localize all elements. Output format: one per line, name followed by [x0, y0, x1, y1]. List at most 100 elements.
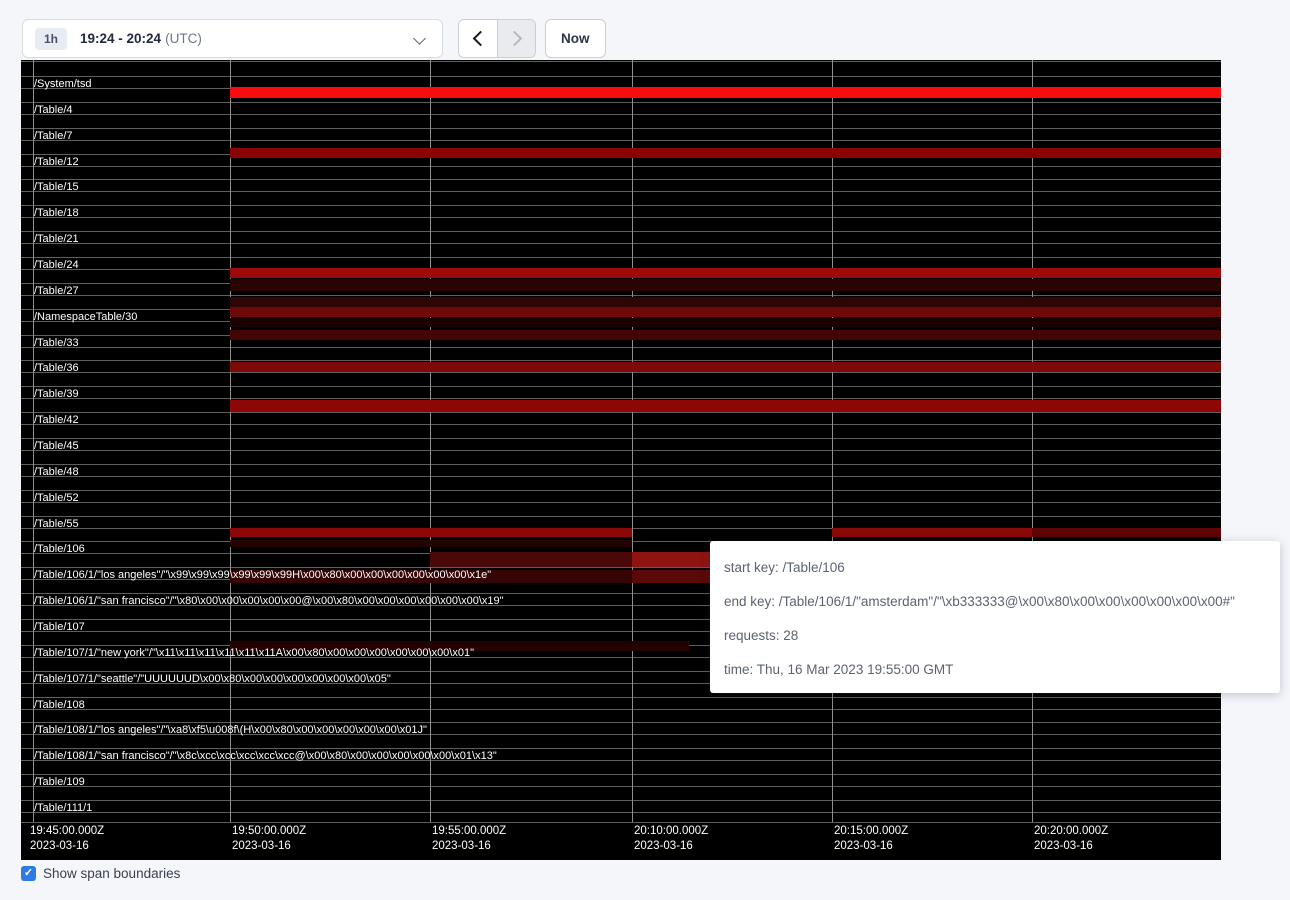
row-label: /Table/108 — [34, 699, 85, 711]
span-boundary-line — [21, 128, 1221, 129]
time-bucket-line — [632, 60, 633, 822]
span-boundary-line — [21, 76, 1221, 77]
row-label: /Table/36 — [34, 362, 79, 374]
span-boundary-line — [21, 438, 1221, 439]
span-boundary-line — [21, 812, 1221, 813]
row-label: /Table/107/1/"seattle"/"UUUUUUD\x00\x80\… — [34, 673, 391, 685]
chevron-left-icon — [472, 31, 488, 47]
axis-tick: 20:10:00.000Z2023-03-16 — [634, 824, 708, 854]
heat-band — [832, 528, 1032, 537]
span-boundary-line — [21, 166, 1221, 167]
span-boundary-line — [21, 347, 1221, 348]
span-boundary-line — [21, 450, 1221, 451]
span-boundary-line — [21, 217, 1221, 218]
axis-tick-date: 2023-03-16 — [834, 839, 908, 854]
axis-tick-date: 2023-03-16 — [1034, 839, 1108, 854]
heat-band — [230, 528, 632, 537]
span-boundary-line — [21, 372, 1221, 373]
time-range-badge: 1h — [35, 28, 67, 50]
axis-tick: 19:50:00.000Z2023-03-16 — [232, 824, 306, 854]
span-boundary-line — [21, 722, 1221, 723]
axis-tick-time: 20:10:00.000Z — [634, 824, 708, 839]
span-boundary-line — [21, 748, 1221, 749]
keyvis-canvas[interactable]: /System/tsd/Table/4/Table/7/Table/12/Tab… — [21, 60, 1221, 860]
span-boundary-line — [21, 464, 1221, 465]
row-label: /Table/107 — [34, 621, 85, 633]
row-label: /Table/15 — [34, 181, 79, 193]
row-label: /Table/7 — [34, 130, 73, 142]
row-label: /Table/106/1/"san francisco"/"\x80\x00\x… — [34, 595, 504, 607]
row-label: /Table/27 — [34, 285, 79, 297]
heat-band — [230, 307, 1221, 317]
time-bucket-line — [230, 60, 231, 822]
axis-tick-date: 2023-03-16 — [30, 839, 104, 854]
heat-band — [230, 148, 1221, 158]
footer: ✓ Show span boundaries — [21, 866, 180, 881]
time-window-nav — [458, 19, 536, 58]
span-boundary-line — [21, 102, 1221, 103]
heat-band — [230, 362, 1221, 372]
row-label: /Table/45 — [34, 440, 79, 452]
heat-band — [230, 279, 1221, 291]
heat-band — [230, 268, 1221, 278]
span-boundary-line — [21, 502, 1221, 503]
span-boundary-line — [21, 786, 1221, 787]
span-boundary-line — [21, 191, 1221, 192]
axis-tick-time: 20:15:00.000Z — [834, 824, 908, 839]
span-boundary-line — [21, 822, 1221, 823]
chevron-right-icon — [507, 31, 523, 47]
span-boundary-line — [21, 140, 1221, 141]
tooltip-end-key: end key: /Table/106/1/"amsterdam"/"\xb33… — [724, 585, 1266, 619]
span-boundary-line — [21, 412, 1221, 413]
axis-tick-time: 19:55:00.000Z — [432, 824, 506, 839]
show-span-boundaries-checkbox[interactable]: ✓ — [21, 866, 36, 881]
now-button[interactable]: Now — [545, 19, 606, 58]
row-label: /NamespaceTable/30 — [34, 311, 137, 323]
row-label: /Table/39 — [34, 388, 79, 400]
span-boundary-line — [21, 476, 1221, 477]
next-window-button[interactable] — [497, 20, 535, 57]
heat-band — [632, 570, 710, 583]
time-bucket-line — [430, 60, 431, 822]
row-label: /Table/108/1/"los angeles"/"\xa8\xf5\u00… — [34, 724, 427, 736]
axis-tick: 19:55:00.000Z2023-03-16 — [432, 824, 506, 854]
time-bucket-line — [832, 60, 833, 822]
toolbar: 1h 19:24 - 20:24(UTC) Now — [0, 0, 1290, 60]
row-label: /Table/109 — [34, 776, 85, 788]
tooltip-time: time: Thu, 16 Mar 2023 19:55:00 GMT — [724, 653, 1266, 687]
show-span-boundaries-label: Show span boundaries — [43, 866, 180, 881]
row-label: /Table/18 — [34, 207, 79, 219]
heat-band — [430, 552, 632, 567]
row-label: /Table/106/1/"los angeles"/"\x99\x99\x99… — [34, 569, 491, 581]
span-boundary-line — [21, 774, 1221, 775]
row-label: /Table/33 — [34, 337, 79, 349]
row-label: /Table/52 — [34, 492, 79, 504]
heat-band — [230, 318, 1221, 327]
row-label: /Table/111/1 — [34, 802, 92, 814]
heat-band — [230, 400, 1221, 412]
time-range-utc-suffix: (UTC) — [165, 31, 202, 46]
time-bucket-line — [1032, 60, 1033, 822]
prev-window-button[interactable] — [459, 20, 497, 57]
axis-tick-time: 20:20:00.000Z — [1034, 824, 1108, 839]
heat-band — [230, 297, 1221, 307]
axis-tick-date: 2023-03-16 — [432, 839, 506, 854]
heat-band — [230, 540, 632, 547]
axis-tick: 20:15:00.000Z2023-03-16 — [834, 824, 908, 854]
time-range-dropdown[interactable]: 1h 19:24 - 20:24(UTC) — [22, 19, 443, 58]
span-boundary-line — [21, 114, 1221, 115]
span-tooltip: start key: /Table/106 end key: /Table/10… — [710, 541, 1280, 693]
row-label: /Table/48 — [34, 466, 79, 478]
row-label: /Table/24 — [34, 259, 79, 271]
chevron-down-icon — [413, 32, 426, 45]
row-label: /Table/21 — [34, 233, 79, 245]
heat-band — [230, 330, 1221, 340]
row-label: /Table/4 — [34, 104, 73, 116]
axis-tick-date: 2023-03-16 — [232, 839, 306, 854]
span-boundary-line — [21, 800, 1221, 801]
time-range-label: 19:24 - 20:24(UTC) — [80, 31, 202, 46]
row-label: /Table/108/1/"san francisco"/"\x8c\xcc\x… — [34, 750, 497, 762]
span-boundary-line — [21, 179, 1221, 180]
heat-band — [230, 87, 1221, 98]
span-boundary-line — [21, 243, 1221, 244]
